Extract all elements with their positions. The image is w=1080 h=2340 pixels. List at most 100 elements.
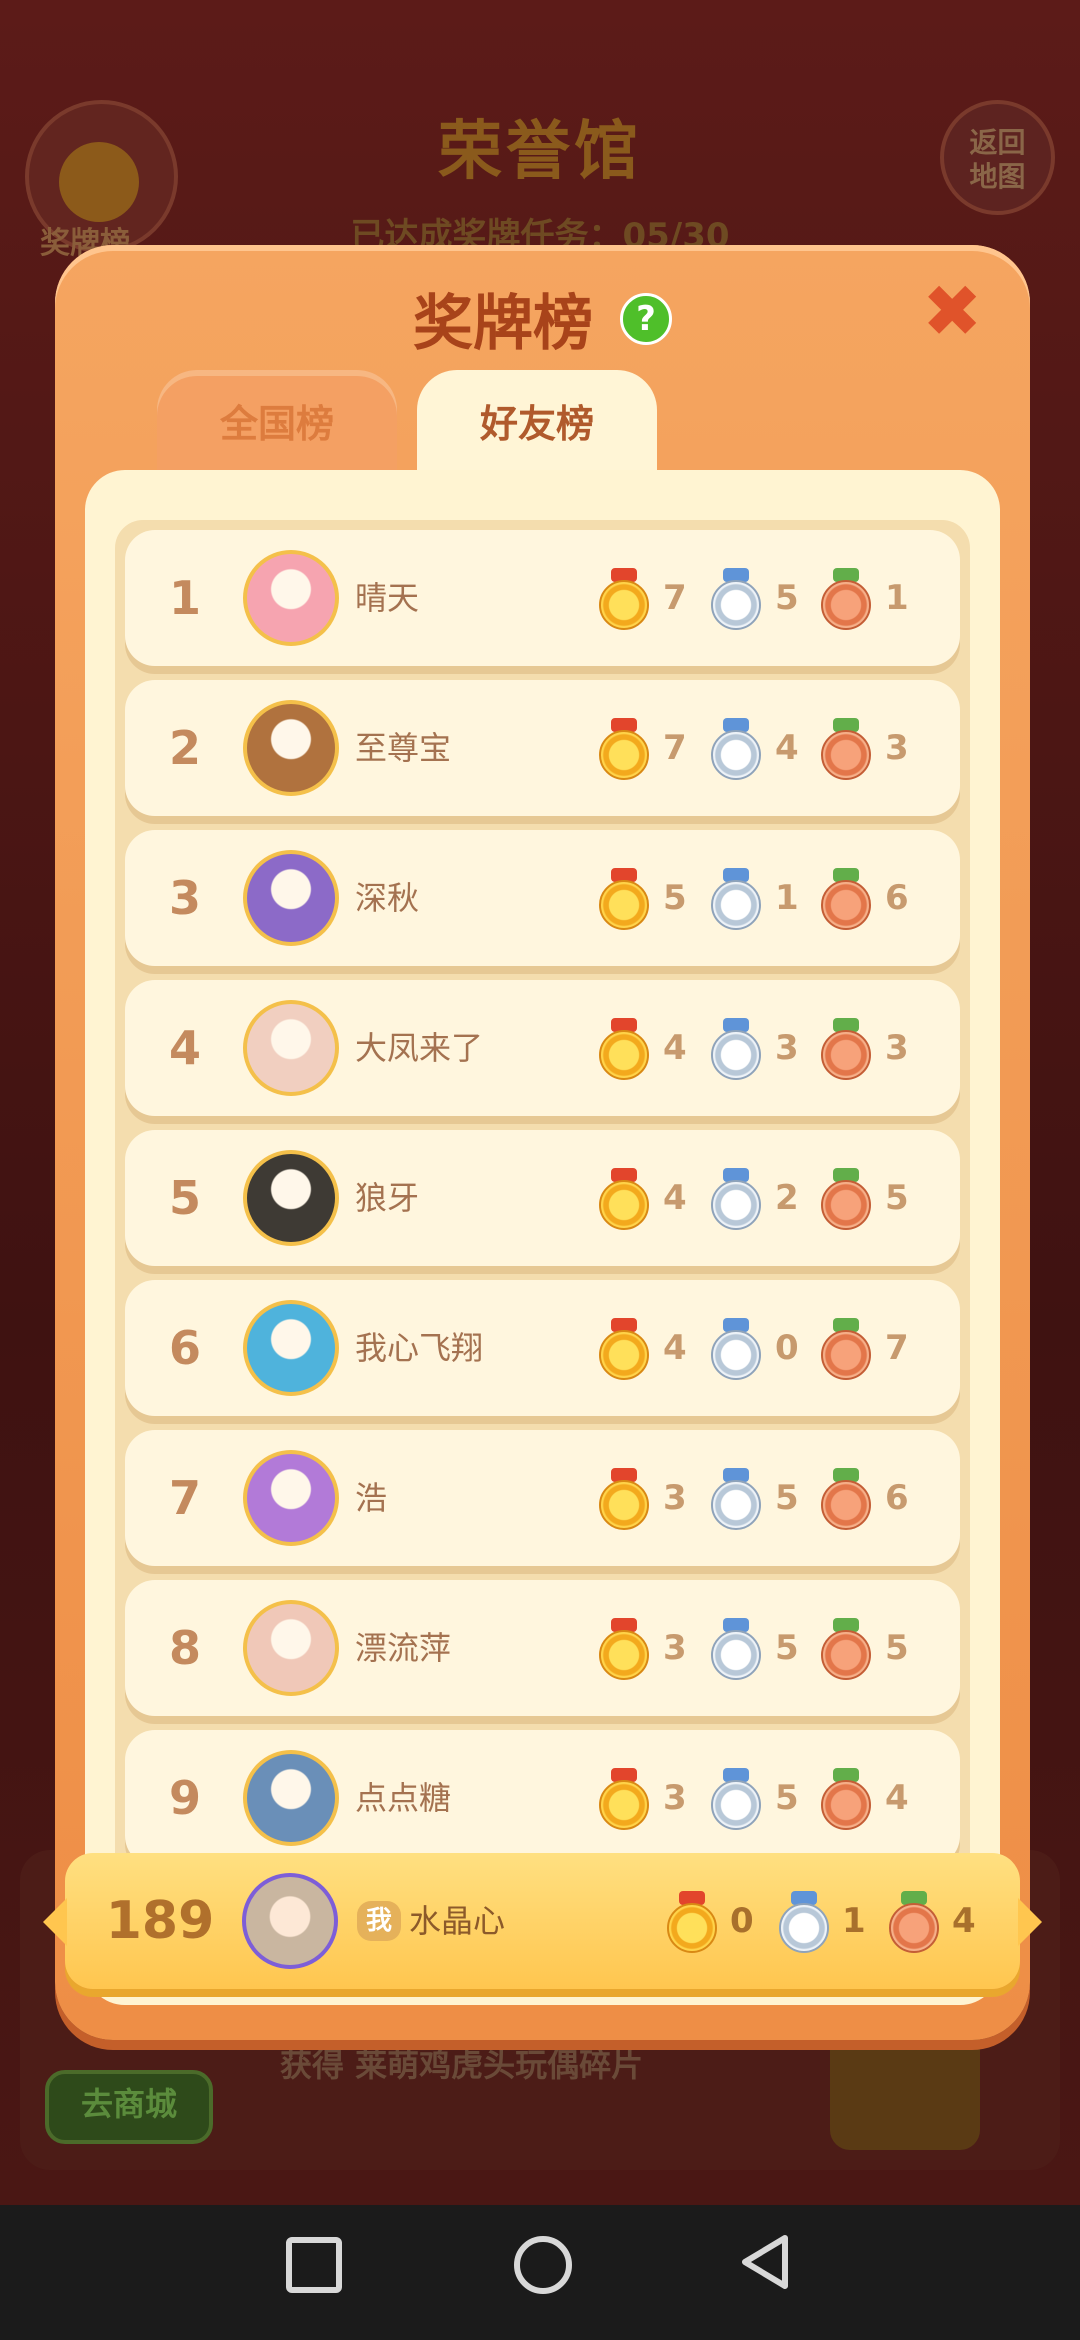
- silver-medal-icon: [707, 868, 765, 930]
- player-name: 晴天: [355, 579, 420, 617]
- leaderboard-row[interactable]: 9 点点糖 3 5 4: [125, 1730, 960, 1866]
- go-to-shop-button[interactable]: 去商城: [45, 2070, 213, 2144]
- bronze-count: 1: [885, 578, 909, 618]
- gold-count: 3: [663, 1478, 687, 1518]
- leaderboard-row[interactable]: 8 漂流萍 3 5 5: [125, 1580, 960, 1716]
- help-icon[interactable]: ?: [619, 292, 672, 345]
- bronze-medal-icon: [885, 1891, 943, 1953]
- leaderboard-row[interactable]: 1 晴天 7 5 1: [125, 530, 960, 666]
- bronze-count: 6: [885, 1478, 909, 1518]
- rank-number: 3: [168, 871, 201, 925]
- bronze-medal-icon: [817, 1318, 875, 1380]
- rank-number: 5: [168, 1171, 201, 1225]
- me-badge: 我: [357, 1901, 401, 1941]
- gold-medal-icon: [595, 568, 653, 630]
- avatar[interactable]: [243, 1450, 339, 1546]
- my-avatar[interactable]: [242, 1873, 338, 1969]
- hall-of-honor-title: 荣誉馆: [438, 115, 642, 189]
- tab-friends[interactable]: 好友榜: [417, 370, 657, 480]
- silver-medal-icon: [707, 1318, 765, 1380]
- gold-count: 3: [663, 1778, 687, 1818]
- reward-text: 获得 莱萌鸡虎头玩偶碎片: [280, 2046, 644, 2084]
- gold-medal-icon: [595, 1018, 653, 1080]
- avatar[interactable]: [243, 1150, 339, 1246]
- bronze-medal-icon: [817, 718, 875, 780]
- rank-number: 1: [168, 571, 201, 625]
- avatar[interactable]: [243, 1750, 339, 1846]
- rank-number: 2: [168, 721, 201, 775]
- silver-medal-icon: [775, 1891, 833, 1953]
- leaderboard-row[interactable]: 5 狼牙 4 2 5: [125, 1130, 960, 1266]
- avatar[interactable]: [243, 1600, 339, 1696]
- return-map-button[interactable]: 返回 地图: [940, 100, 1055, 215]
- player-name: 点点糖: [355, 1779, 452, 1817]
- gold-medal-icon: [595, 1768, 653, 1830]
- bronze-medal-icon: [817, 568, 875, 630]
- rank-number: 8: [168, 1621, 201, 1675]
- silver-count: 5: [775, 1778, 799, 1818]
- leaderboard-list[interactable]: 1 晴天 7 5 1 2 至尊宝 7 4 3 3 深秋 5 1 6 4 大凤来了 4 3 3 5 狼牙 4 2 5 6 我心飞翔 4 0…: [115, 520, 970, 1995]
- leaderboard-row[interactable]: 3 深秋 5 1 6: [125, 830, 960, 966]
- my-name: 水晶心: [409, 1902, 506, 1940]
- bronze-medal-icon: [817, 1018, 875, 1080]
- leaderboard-row[interactable]: 6 我心飞翔 4 0 7: [125, 1280, 960, 1416]
- silver-count: 3: [775, 1028, 799, 1068]
- silver-medal-icon: [707, 568, 765, 630]
- silver-count: 5: [775, 578, 799, 618]
- avatar[interactable]: [243, 1000, 339, 1096]
- gold-count: 5: [663, 878, 687, 918]
- silver-medal-icon: [707, 1768, 765, 1830]
- silver-medal-icon: [707, 1468, 765, 1530]
- gold-medal-icon: [595, 1168, 653, 1230]
- bronze-medal-icon: [817, 1618, 875, 1680]
- ribbon-right-tip: [1018, 1898, 1042, 1946]
- return-map-line1: 返回: [969, 126, 1026, 159]
- silver-count: 0: [775, 1328, 799, 1368]
- rank-number: 4: [168, 1021, 201, 1075]
- silver-medal-icon: [707, 718, 765, 780]
- recent-apps-icon[interactable]: [286, 2237, 342, 2293]
- leaderboard-row[interactable]: 7 浩 3 5 6: [125, 1430, 960, 1566]
- my-rank-row[interactable]: 189 我 水晶心 0 1 4: [43, 1853, 1042, 1989]
- modal-title-text: 奖牌榜: [413, 289, 594, 359]
- gold-medal-icon: [595, 1318, 653, 1380]
- modal-title: 奖牌榜 ?: [55, 275, 1030, 362]
- bronze-medal-icon: [817, 868, 875, 930]
- player-name: 狼牙: [355, 1179, 420, 1217]
- player-name: 大凤来了: [355, 1029, 484, 1067]
- gold-medal-icon: [663, 1891, 721, 1953]
- back-icon[interactable]: [735, 2232, 795, 2292]
- bronze-count: 6: [885, 878, 909, 918]
- my-gold-count: 0: [730, 1901, 754, 1941]
- rank-number: 6: [168, 1321, 201, 1375]
- silver-count: 5: [775, 1628, 799, 1668]
- bronze-count: 4: [885, 1778, 909, 1818]
- avatar[interactable]: [243, 1300, 339, 1396]
- gold-medal-icon: [595, 1468, 653, 1530]
- player-name: 我心飞翔: [355, 1329, 484, 1367]
- bronze-medal-icon: [817, 1768, 875, 1830]
- gold-medal-icon: [595, 1618, 653, 1680]
- my-rank: 189: [105, 1891, 215, 1951]
- silver-medal-icon: [707, 1168, 765, 1230]
- close-icon[interactable]: ✖: [922, 275, 982, 347]
- my-silver-count: 1: [842, 1901, 866, 1941]
- leaderboard-panel: 1 晴天 7 5 1 2 至尊宝 7 4 3 3 深秋 5 1 6 4 大凤来了 4 3 3 5 狼牙 4 2 5 6 我心飞翔 4 0…: [85, 470, 1000, 2005]
- bronze-count: 3: [885, 1028, 909, 1068]
- return-map-line2: 地图: [969, 160, 1026, 193]
- leaderboard-row[interactable]: 4 大凤来了 4 3 3: [125, 980, 960, 1116]
- rank-number: 7: [168, 1471, 201, 1525]
- avatar[interactable]: [243, 700, 339, 796]
- my-bronze-count: 4: [952, 1901, 976, 1941]
- avatar[interactable]: [243, 550, 339, 646]
- ribbon-left-tip: [43, 1898, 67, 1946]
- tab-national[interactable]: 全国榜: [157, 370, 397, 480]
- avatar[interactable]: [243, 850, 339, 946]
- gold-count: 3: [663, 1628, 687, 1668]
- silver-count: 5: [775, 1478, 799, 1518]
- gold-count: 7: [663, 578, 687, 618]
- leaderboard-row[interactable]: 2 至尊宝 7 4 3: [125, 680, 960, 816]
- player-name: 至尊宝: [355, 729, 452, 767]
- home-icon[interactable]: [514, 2236, 572, 2294]
- bronze-medal-icon: [817, 1468, 875, 1530]
